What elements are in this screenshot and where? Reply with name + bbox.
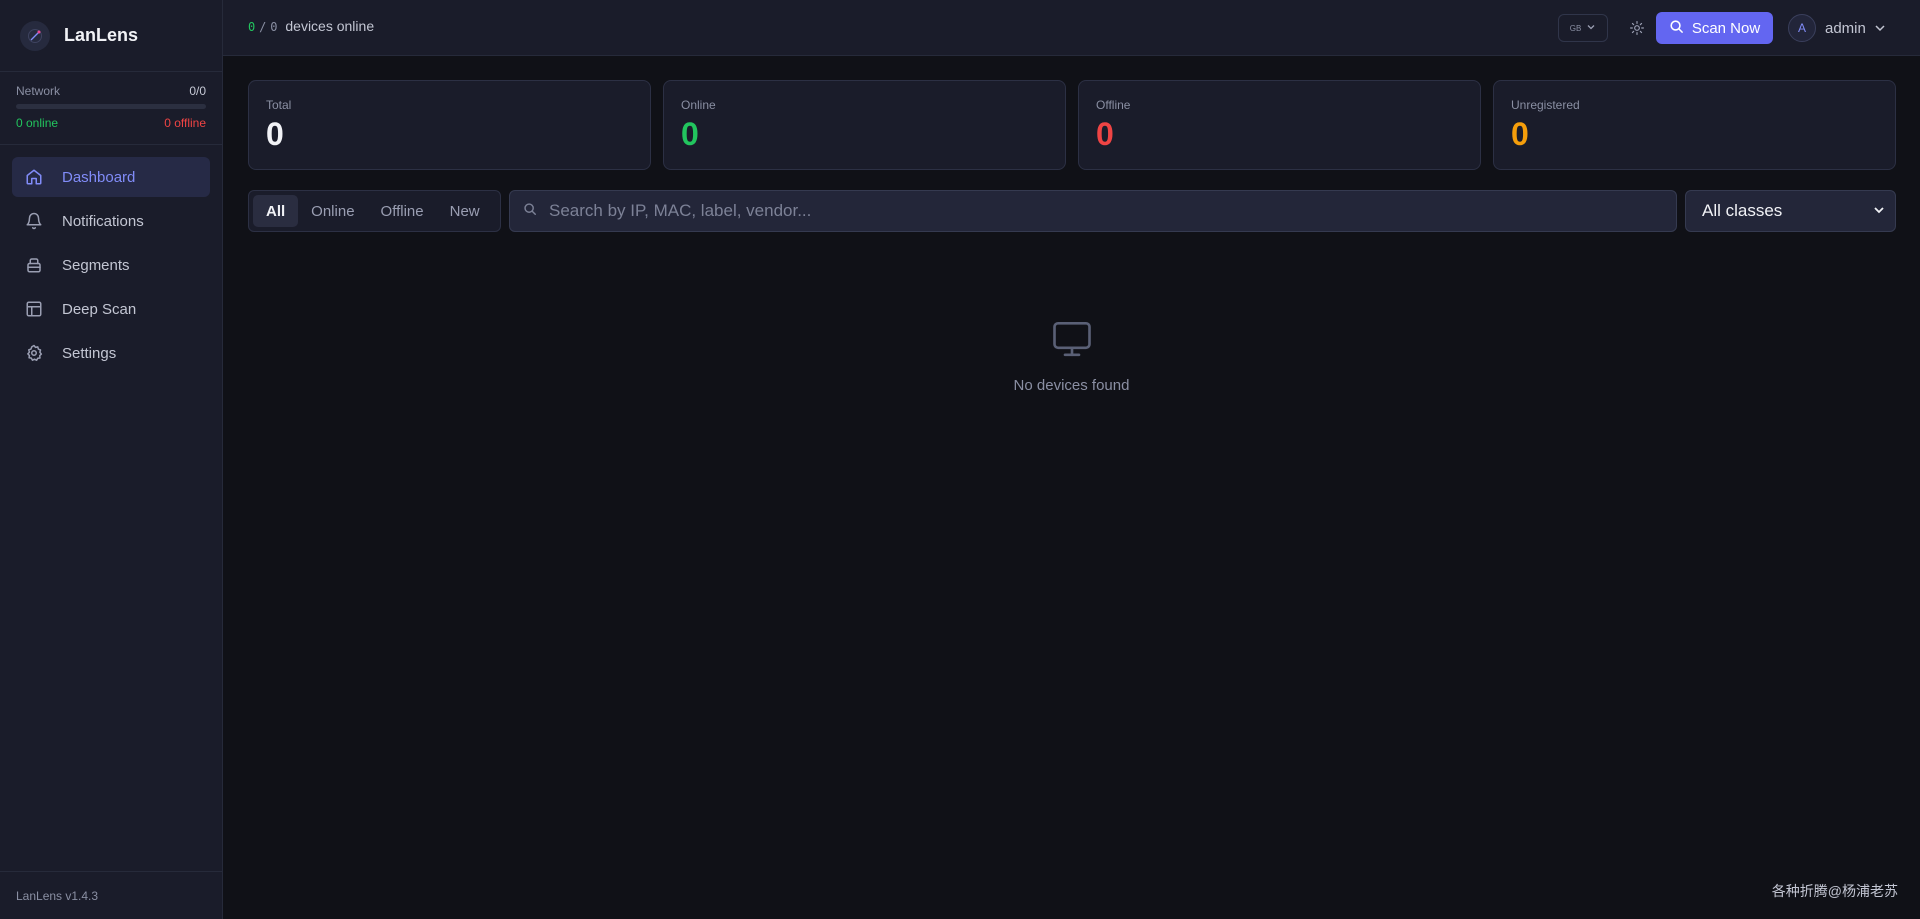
- stat-card-total: Total 0: [248, 80, 651, 170]
- sidebar-item-dashboard[interactable]: Dashboard: [12, 157, 210, 197]
- filter-tab-offline[interactable]: Offline: [368, 195, 437, 227]
- layers-icon: [24, 255, 44, 275]
- total-device-count: 0: [270, 20, 278, 34]
- stat-label: Offline: [1096, 98, 1131, 112]
- online-device-count: 0: [248, 20, 256, 34]
- search-icon: [523, 202, 537, 221]
- network-count: 0/0: [189, 84, 206, 98]
- sidebar-item-label: Segments: [62, 256, 130, 274]
- top-bar: 0 / 0 devices online GB Scan Now A admin: [223, 0, 1920, 56]
- sidebar-item-notifications[interactable]: Notifications: [12, 201, 210, 241]
- sidebar-item-label: Settings: [62, 344, 117, 362]
- stat-card-unregistered: Unregistered 0: [1493, 80, 1896, 170]
- chevron-down-icon: [1874, 22, 1886, 34]
- table-icon: [24, 299, 44, 319]
- sidebar-item-label: Dashboard: [62, 168, 136, 186]
- class-filter-value: All classes: [1702, 201, 1783, 220]
- devices-online-status: 0 / 0 devices online: [248, 18, 374, 34]
- brand[interactable]: LanLens: [0, 0, 222, 72]
- sidebar-nav: Dashboard Notifications Segments Deep Sc…: [0, 145, 222, 389]
- bell-icon: [24, 211, 44, 231]
- filter-tab-online[interactable]: Online: [298, 195, 367, 227]
- sidebar-item-deep-scan[interactable]: Deep Scan: [12, 289, 210, 329]
- username: admin: [1825, 19, 1866, 37]
- language-selector[interactable]: GB: [1558, 14, 1608, 42]
- stat-value: 0: [266, 116, 284, 152]
- user-menu[interactable]: A admin: [1788, 14, 1886, 42]
- stat-value: 0: [1511, 116, 1529, 152]
- language-code: GB: [1569, 23, 1582, 33]
- chevron-down-icon: [1873, 201, 1885, 221]
- stat-label: Total: [266, 98, 292, 112]
- stat-value: 0: [1096, 116, 1114, 152]
- empty-state-message: No devices found: [1013, 377, 1130, 394]
- stat-card-offline: Offline 0: [1078, 80, 1481, 170]
- scan-now-button[interactable]: Scan Now: [1656, 12, 1773, 44]
- theme-toggle-sun-icon[interactable]: [1626, 17, 1648, 39]
- network-offline-count: 0 offline: [164, 116, 206, 130]
- chevron-down-icon: [1586, 22, 1596, 34]
- devices-online-label: devices online: [285, 18, 375, 34]
- network-progress-bar: [16, 104, 206, 109]
- app-name: LanLens: [64, 25, 139, 45]
- sidebar-item-settings[interactable]: Settings: [12, 333, 210, 373]
- stat-card-online: Online 0: [663, 80, 1066, 170]
- gear-icon: [24, 343, 44, 363]
- monitor-icon: [1051, 318, 1093, 365]
- sidebar-item-label: Notifications: [62, 212, 144, 230]
- avatar: A: [1788, 14, 1816, 42]
- ratio-separator: /: [259, 20, 267, 34]
- sidebar: LanLens Network 0/0 0 online 0 offline D…: [0, 0, 223, 919]
- sidebar-item-label: Deep Scan: [62, 300, 137, 318]
- filter-tab-all[interactable]: All: [253, 195, 299, 227]
- status-filter-tabs: All Online Offline New: [248, 190, 501, 232]
- search-input[interactable]: [547, 200, 1651, 222]
- search-icon: [1669, 19, 1684, 38]
- empty-state: No devices found: [1000, 318, 1143, 394]
- network-summary: Network 0/0 0 online 0 offline: [0, 72, 222, 145]
- class-filter-select[interactable]: All classes: [1685, 190, 1896, 232]
- stat-label: Unregistered: [1511, 98, 1580, 112]
- filter-tab-new[interactable]: New: [437, 195, 493, 227]
- stat-label: Online: [681, 98, 716, 112]
- watermark: 各种折腾@杨浦老苏: [1771, 883, 1898, 899]
- network-online-count: 0 online: [16, 116, 59, 130]
- sidebar-item-segments[interactable]: Segments: [12, 245, 210, 285]
- scan-now-label: Scan Now: [1691, 19, 1761, 37]
- home-icon: [24, 167, 44, 187]
- logo-icon: [20, 20, 50, 51]
- search-box: [509, 190, 1677, 232]
- app-version: LanLens v1.4.3: [0, 871, 223, 919]
- network-label: Network: [16, 84, 61, 98]
- stat-value: 0: [681, 116, 699, 152]
